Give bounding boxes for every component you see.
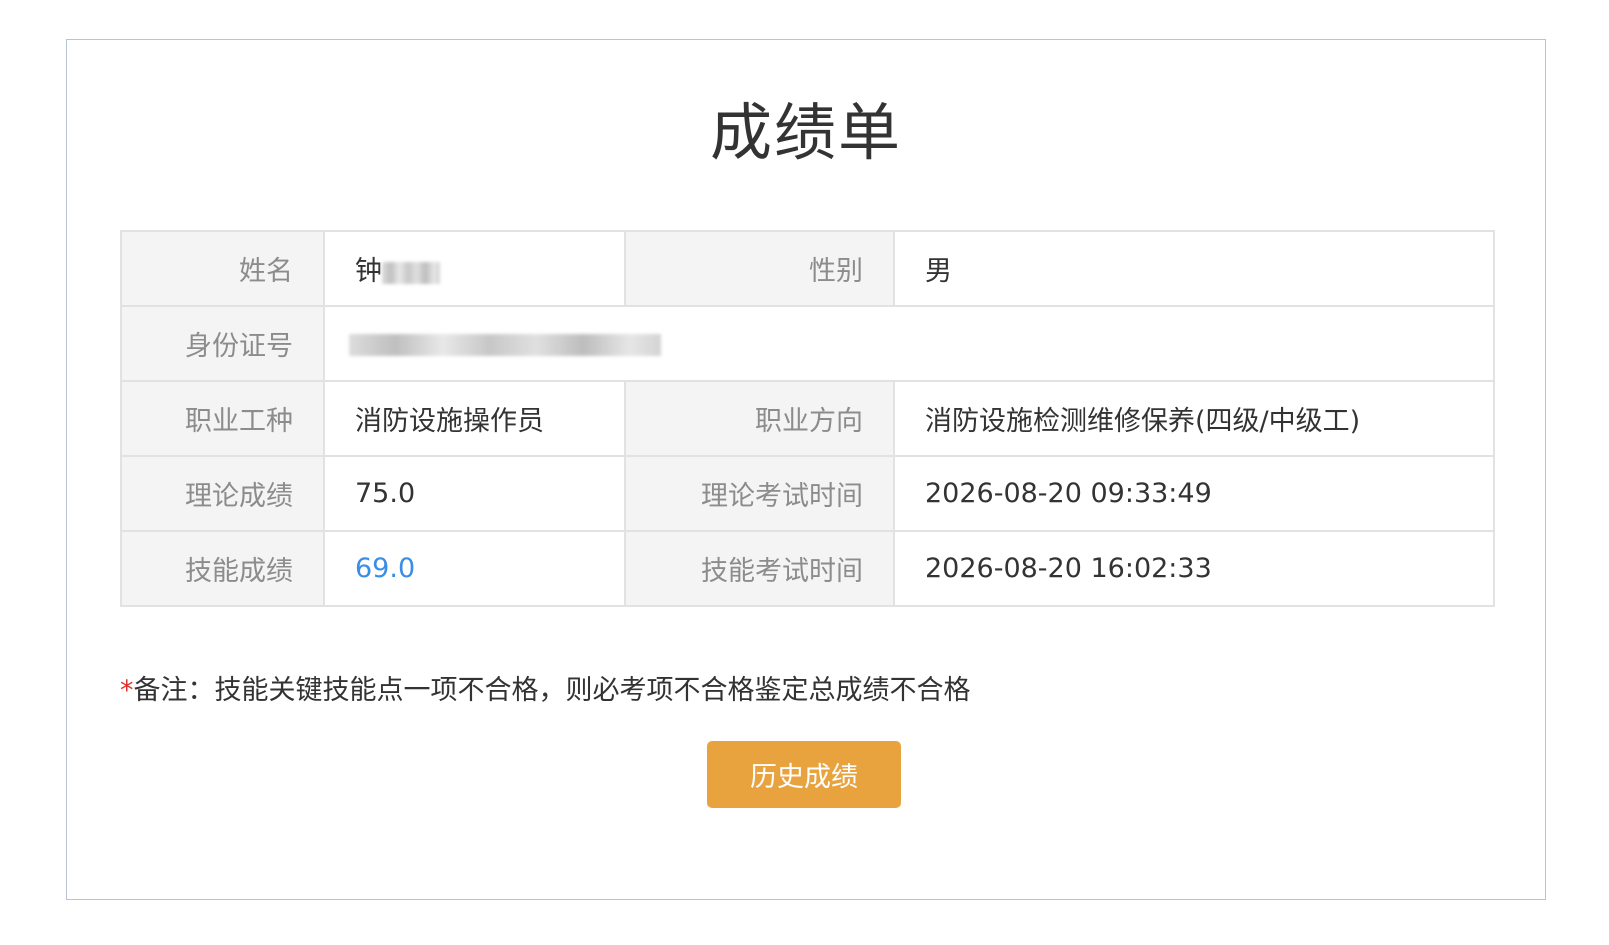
required-star: * [120, 675, 134, 706]
table-row: 身份证号 [120, 305, 1495, 382]
skill-score-label: 技能成绩 [120, 530, 325, 607]
gender-value: 男 [893, 230, 1495, 307]
score-report-card: 成绩单 姓名 钟 性别 男 身份证号 职业工种 消防设施操作员 职业方向 消防设 [66, 39, 1546, 900]
direction-label: 职业方向 [624, 380, 895, 457]
name-visible-text: 钟 [355, 256, 382, 287]
occupation-label: 职业工种 [120, 380, 325, 457]
remark-note: *备注：技能关键技能点一项不合格，则必考项不合格鉴定总成绩不合格 [120, 668, 971, 707]
history-scores-button[interactable]: 历史成绩 [707, 741, 901, 808]
table-row: 技能成绩 69.0 技能考试时间 2026-08-20 16:02:33 [120, 530, 1495, 607]
skill-time-label: 技能考试时间 [624, 530, 895, 607]
table-row: 理论成绩 75.0 理论考试时间 2026-08-20 09:33:49 [120, 455, 1495, 532]
table-row: 职业工种 消防设施操作员 职业方向 消防设施检测维修保养(四级/中级工) [120, 380, 1495, 457]
occupation-value: 消防设施操作员 [323, 380, 626, 457]
score-table: 姓名 钟 性别 男 身份证号 职业工种 消防设施操作员 职业方向 消防设施检测维… [120, 230, 1495, 607]
remark-text: 备注：技能关键技能点一项不合格，则必考项不合格鉴定总成绩不合格 [133, 675, 971, 706]
id-number-label: 身份证号 [120, 305, 325, 382]
redacted-id-number [349, 333, 661, 356]
redacted-name [382, 261, 440, 284]
id-number-value [323, 305, 1495, 382]
page-title: 成绩单 [709, 96, 902, 169]
direction-value: 消防设施检测维修保养(四级/中级工) [893, 380, 1495, 457]
theory-score-label: 理论成绩 [120, 455, 325, 532]
table-row: 姓名 钟 性别 男 [120, 230, 1495, 307]
theory-score-value: 75.0 [323, 455, 626, 532]
name-value: 钟 [323, 230, 626, 307]
gender-label: 性别 [624, 230, 895, 307]
theory-time-value: 2026-08-20 09:33:49 [893, 455, 1495, 532]
theory-time-label: 理论考试时间 [624, 455, 895, 532]
skill-score-link[interactable]: 69.0 [323, 530, 626, 607]
name-label: 姓名 [120, 230, 325, 307]
skill-time-value: 2026-08-20 16:02:33 [893, 530, 1495, 607]
